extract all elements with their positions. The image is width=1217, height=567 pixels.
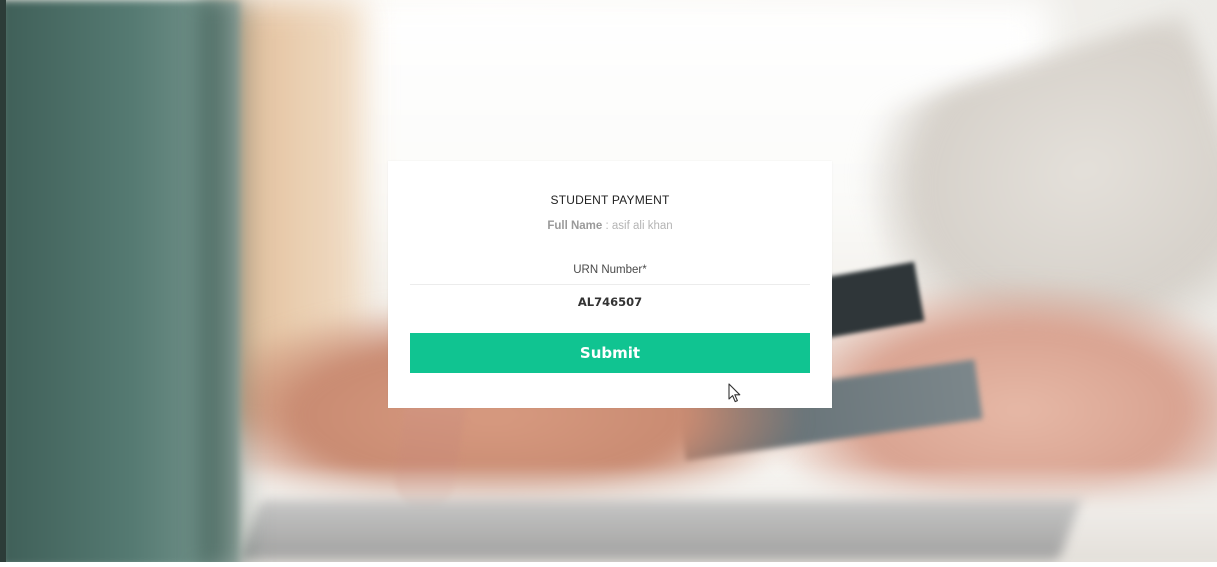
- mouse-pointer-icon: [728, 383, 741, 403]
- page-background: STUDENT PAYMENT Full Name : asif ali kha…: [0, 0, 1217, 567]
- form-title: STUDENT PAYMENT: [550, 193, 670, 207]
- background-keyboard: [239, 500, 1081, 560]
- frame-bottom-edge: [0, 562, 1217, 567]
- urn-field-divider: [410, 284, 810, 285]
- urn-number-label: URN Number*: [573, 264, 647, 276]
- full-name-separator: :: [602, 220, 612, 232]
- full-name-label: Full Name: [547, 220, 603, 232]
- frame-left-edge: [0, 0, 6, 567]
- submit-button[interactable]: Submit: [410, 333, 810, 373]
- urn-number-field[interactable]: [410, 289, 810, 315]
- student-payment-card: STUDENT PAYMENT Full Name : asif ali kha…: [388, 161, 832, 408]
- full-name-value: asif ali khan: [611, 220, 673, 232]
- full-name-row: Full Name : asif ali khan: [388, 220, 832, 232]
- background-laptop-edge: [200, 0, 260, 567]
